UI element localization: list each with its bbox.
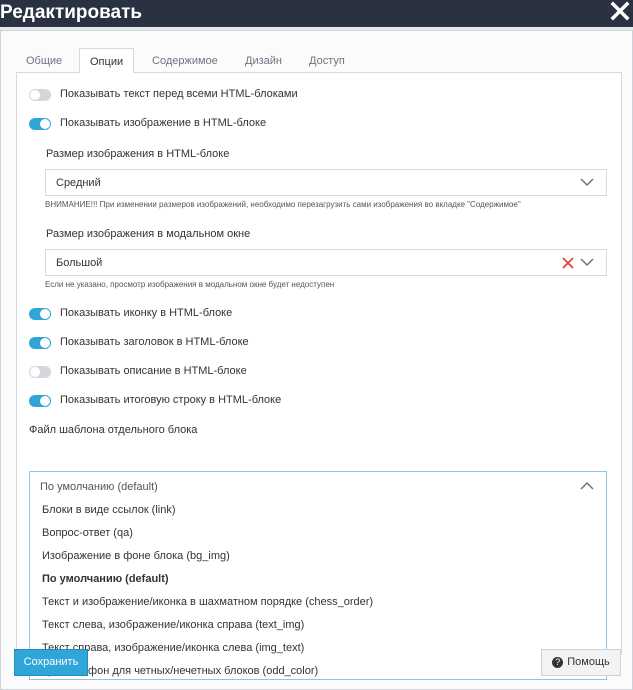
template-option[interactable]: Изображение в фоне блока (bg_img) (30, 545, 606, 568)
toggle-switch[interactable] (29, 366, 51, 378)
clear-icon[interactable] (562, 257, 574, 269)
toggle-switch[interactable] (29, 395, 51, 407)
tab-options[interactable]: Опции (79, 48, 135, 74)
options-panel: Общие Опции Содержимое Дизайн Доступ Пок… (0, 30, 633, 690)
template-option[interactable]: Текст и изображение/иконка в шахматном п… (30, 591, 606, 614)
toggle-label: Показывать заголовок в HTML-блоке (60, 336, 249, 348)
template-option[interactable]: Цветной фон для четных/нечетных блоков (… (30, 660, 606, 683)
tab-access[interactable]: Доступ (299, 48, 355, 74)
template-option[interactable]: Блоки в виде ссылок (link) (30, 499, 606, 522)
template-label: Файл шаблона отдельного блока (29, 424, 198, 436)
modal-size-value: Большой (56, 257, 103, 269)
template-value: По умолчанию (default) (40, 481, 158, 493)
toggle-switch[interactable] (29, 89, 51, 101)
chevron-up-icon[interactable] (580, 481, 594, 490)
template-option[interactable]: Вопрос-ответ (qa) (30, 522, 606, 545)
toggle-label: Показывать иконку в HTML-блоке (60, 307, 233, 319)
toggle-switch[interactable] (29, 308, 51, 320)
save-button[interactable]: Сохранить (14, 649, 88, 676)
template-options-list: Блоки в виде ссылок (link) Вопрос-ответ … (30, 499, 606, 683)
toggle-switch[interactable] (29, 118, 51, 130)
close-icon[interactable] (609, 0, 631, 22)
title-bar: Редактировать (0, 0, 633, 27)
image-size-note: ВНИМАНИЕ!!! При изменении размеров изобр… (45, 200, 521, 209)
image-size-select[interactable]: Средний (45, 169, 607, 196)
template-option[interactable]: Текст справа, изображение/иконка слева (… (30, 637, 606, 660)
help-button[interactable]: ? Помощь (541, 649, 621, 676)
template-select[interactable]: По умолчанию (default) Блоки в виде ссыл… (29, 471, 607, 680)
tab-content-area: Показывать текст перед всеми HTML-блокам… (16, 73, 622, 680)
template-option-selected[interactable]: По умолчанию (default) (30, 568, 606, 591)
template-option[interactable]: Текст слева, изображение/иконка справа (… (30, 614, 606, 637)
modal-size-note: Если не указано, просмотр изображения в … (45, 280, 335, 289)
dialog-body: Общие Опции Содержимое Дизайн Доступ Пок… (0, 27, 633, 690)
tab-content[interactable]: Содержимое (142, 48, 228, 74)
toggle-label: Показывать изображение в HTML-блоке (60, 117, 267, 129)
toggle-label: Показывать текст перед всеми HTML-блокам… (60, 88, 298, 100)
toggle-switch[interactable] (29, 337, 51, 349)
tab-general[interactable]: Общие (16, 48, 72, 74)
modal-size-label: Размер изображения в модальном окне (46, 228, 251, 240)
help-label: Помощь (567, 656, 610, 668)
help-icon: ? (552, 656, 564, 668)
tab-design[interactable]: Дизайн (235, 48, 292, 74)
window-title: Редактировать (0, 2, 143, 23)
toggle-label: Показывать итоговую строку в HTML-блоке (60, 394, 282, 406)
chevron-down-icon[interactable] (580, 258, 594, 267)
modal-size-select[interactable]: Большой (45, 249, 607, 276)
toggle-label: Показывать описание в HTML-блоке (60, 365, 247, 377)
chevron-down-icon[interactable] (580, 178, 594, 187)
image-size-value: Средний (56, 177, 101, 189)
tab-bar: Общие Опции Содержимое Дизайн Доступ (16, 43, 622, 74)
image-size-label: Размер изображения в HTML-блоке (46, 148, 230, 160)
